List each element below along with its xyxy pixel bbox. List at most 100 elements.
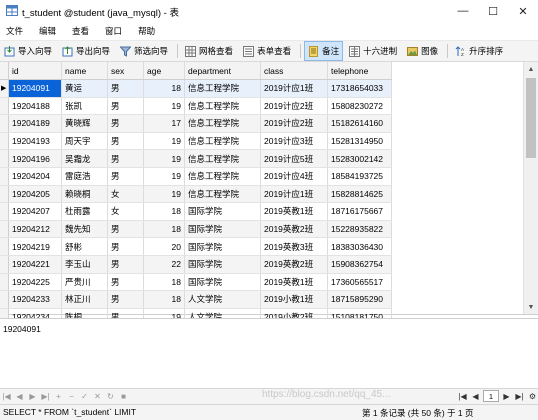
cell-age[interactable]: 22 — [143, 255, 185, 274]
row-header[interactable]: ▶ — [0, 79, 9, 98]
close-button[interactable]: ✕ — [508, 0, 538, 22]
cell-age[interactable]: 19 — [143, 185, 185, 204]
cell-sex[interactable]: 男 — [107, 290, 144, 309]
cell-department[interactable]: 信息工程学院 — [184, 132, 261, 151]
row-header[interactable] — [0, 114, 9, 133]
export-wizard-button[interactable]: 导出向导 — [58, 41, 114, 61]
stop-icon[interactable]: ■ — [117, 390, 130, 403]
column-header-sex[interactable]: sex — [107, 62, 144, 80]
cell-age[interactable]: 18 — [143, 290, 185, 309]
cell-department[interactable]: 信息工程学院 — [184, 79, 261, 98]
cell-age[interactable]: 18 — [143, 79, 185, 98]
menu-window[interactable]: 窗口 — [99, 25, 132, 37]
minimize-button[interactable]: — — [448, 0, 478, 22]
cell-class[interactable]: 2019计应2班 — [260, 114, 328, 133]
cell-sex[interactable]: 男 — [107, 220, 144, 239]
menu-file[interactable]: 文件 — [0, 25, 33, 37]
vertical-scrollbar[interactable]: ▲ ▼ — [523, 62, 538, 314]
first-page-icon[interactable]: |◀ — [456, 390, 469, 402]
row-header[interactable] — [0, 132, 9, 151]
column-header-name[interactable]: name — [61, 62, 108, 80]
refresh-icon[interactable]: ↻ — [104, 390, 117, 403]
table-row[interactable]: 19204193 周天宇男 19 信息工程学院 2019计应3班 15281314950 — [0, 132, 392, 151]
cell-id[interactable]: 19204221 — [8, 255, 62, 274]
cell-age[interactable]: 18 — [143, 202, 185, 221]
discard-changes-icon[interactable]: ✕ — [91, 390, 104, 403]
hex-button[interactable]: 十六进制 — [345, 41, 401, 61]
cell-department[interactable]: 信息工程学院 — [184, 114, 261, 133]
import-wizard-button[interactable]: 导入向导 — [0, 41, 56, 61]
cell-id[interactable]: 19204188 — [8, 97, 62, 116]
table-row[interactable]: ▶ 19204091 黄运男 18 信息工程学院 2019计应1班 17318654033 — [0, 79, 392, 98]
row-header[interactable] — [0, 237, 9, 256]
menu-edit[interactable]: 编辑 — [33, 25, 66, 37]
cell-telephone[interactable]: 15228935822 — [327, 220, 392, 239]
cell-class[interactable]: 2019计应5班 — [260, 149, 328, 168]
form-view-button[interactable]: 表单查看 — [239, 41, 295, 61]
cell-age[interactable]: 18 — [143, 273, 185, 292]
previous-page-icon[interactable]: ◀ — [469, 390, 482, 402]
cell-department[interactable]: 信息工程学院 — [184, 149, 261, 168]
cell-name[interactable]: 李玉山 — [61, 255, 108, 274]
row-header[interactable] — [0, 149, 9, 168]
cell-age[interactable]: 20 — [143, 237, 185, 256]
cell-name[interactable]: 黄晓辉 — [61, 114, 108, 133]
cell-department[interactable]: 国际学院 — [184, 237, 261, 256]
cell-class[interactable]: 2019计应1班 — [260, 79, 328, 98]
cell-sex[interactable]: 女 — [107, 185, 144, 204]
row-header[interactable] — [0, 185, 9, 204]
row-header[interactable] — [0, 167, 9, 186]
cell-telephone[interactable]: 15808230272 — [327, 97, 392, 116]
cell-age[interactable]: 19 — [143, 167, 185, 186]
cell-class[interactable]: 2019小教1班 — [260, 290, 328, 309]
table-row[interactable]: 19204233 林正川男 18 人文学院 2019小教1班 18715895290 — [0, 290, 392, 309]
vertical-scroll-thumb[interactable] — [526, 78, 536, 158]
row-header[interactable] — [0, 220, 9, 239]
cell-class[interactable]: 2019英教3班 — [260, 237, 328, 256]
cell-age[interactable]: 17 — [143, 114, 185, 133]
cell-name[interactable]: 杜雨露 — [61, 202, 108, 221]
menu-help[interactable]: 帮助 — [132, 25, 165, 37]
cell-id[interactable]: 19204196 — [8, 149, 62, 168]
table-row[interactable]: 19204205 赖晓桐女 19 信息工程学院 2019计应1班 15828814625 — [0, 185, 392, 204]
cell-class[interactable]: 2019计应1班 — [260, 185, 328, 204]
cell-name[interactable]: 严贵川 — [61, 273, 108, 292]
cell-sex[interactable]: 男 — [107, 273, 144, 292]
cell-id[interactable]: 19204189 — [8, 114, 62, 133]
cell-telephone[interactable]: 15283002142 — [327, 149, 392, 168]
delete-record-icon[interactable]: − — [65, 390, 78, 403]
cell-id[interactable]: 19204225 — [8, 273, 62, 292]
grid-view-button[interactable]: 网格查看 — [181, 41, 237, 61]
scroll-down-icon[interactable]: ▼ — [524, 300, 538, 314]
cell-id[interactable]: 19204219 — [8, 237, 62, 256]
first-record-icon[interactable]: |◀ — [0, 390, 13, 403]
table-row[interactable]: 19204189 黄晓辉男 17 信息工程学院 2019计应2班 15182614160 — [0, 114, 392, 133]
table-row[interactable]: 19204212 魏先知男 18 国际学院 2019英教2班 15228935822 — [0, 220, 392, 239]
table-row[interactable]: 19204207 杜雨露女 18 国际学院 2019英教1班 18716175667 — [0, 202, 392, 221]
cell-name[interactable]: 张凯 — [61, 97, 108, 116]
cell-department[interactable]: 国际学院 — [184, 202, 261, 221]
cell-age[interactable]: 19 — [143, 97, 185, 116]
cell-telephone[interactable]: 17318654033 — [327, 79, 392, 98]
cell-sex[interactable]: 男 — [107, 132, 144, 151]
cell-id[interactable]: 19204233 — [8, 290, 62, 309]
cell-name[interactable]: 黄运 — [61, 79, 108, 98]
cell-class[interactable]: 2019计应4班 — [260, 167, 328, 186]
cell-class[interactable]: 2019计应2班 — [260, 97, 328, 116]
table-row[interactable]: 19204221 李玉山男 22 国际学院 2019英教2班 15908362754 — [0, 255, 392, 274]
column-header-id[interactable]: id — [8, 62, 62, 80]
cell-department[interactable]: 国际学院 — [184, 273, 261, 292]
next-record-icon[interactable]: ▶ — [26, 390, 39, 403]
page-settings-icon[interactable]: ⚙ — [526, 390, 538, 402]
cell-sex[interactable]: 男 — [107, 167, 144, 186]
cell-sex[interactable]: 男 — [107, 79, 144, 98]
cell-class[interactable]: 2019英教2班 — [260, 255, 328, 274]
cell-id[interactable]: 19204091 — [8, 79, 62, 98]
row-header[interactable] — [0, 97, 9, 116]
cell-department[interactable]: 信息工程学院 — [184, 185, 261, 204]
cell-id[interactable]: 19204212 — [8, 220, 62, 239]
apply-changes-icon[interactable]: ✓ — [78, 390, 91, 403]
scroll-up-icon[interactable]: ▲ — [524, 62, 538, 76]
cell-sex[interactable]: 男 — [107, 114, 144, 133]
cell-name[interactable]: 雷庭浩 — [61, 167, 108, 186]
